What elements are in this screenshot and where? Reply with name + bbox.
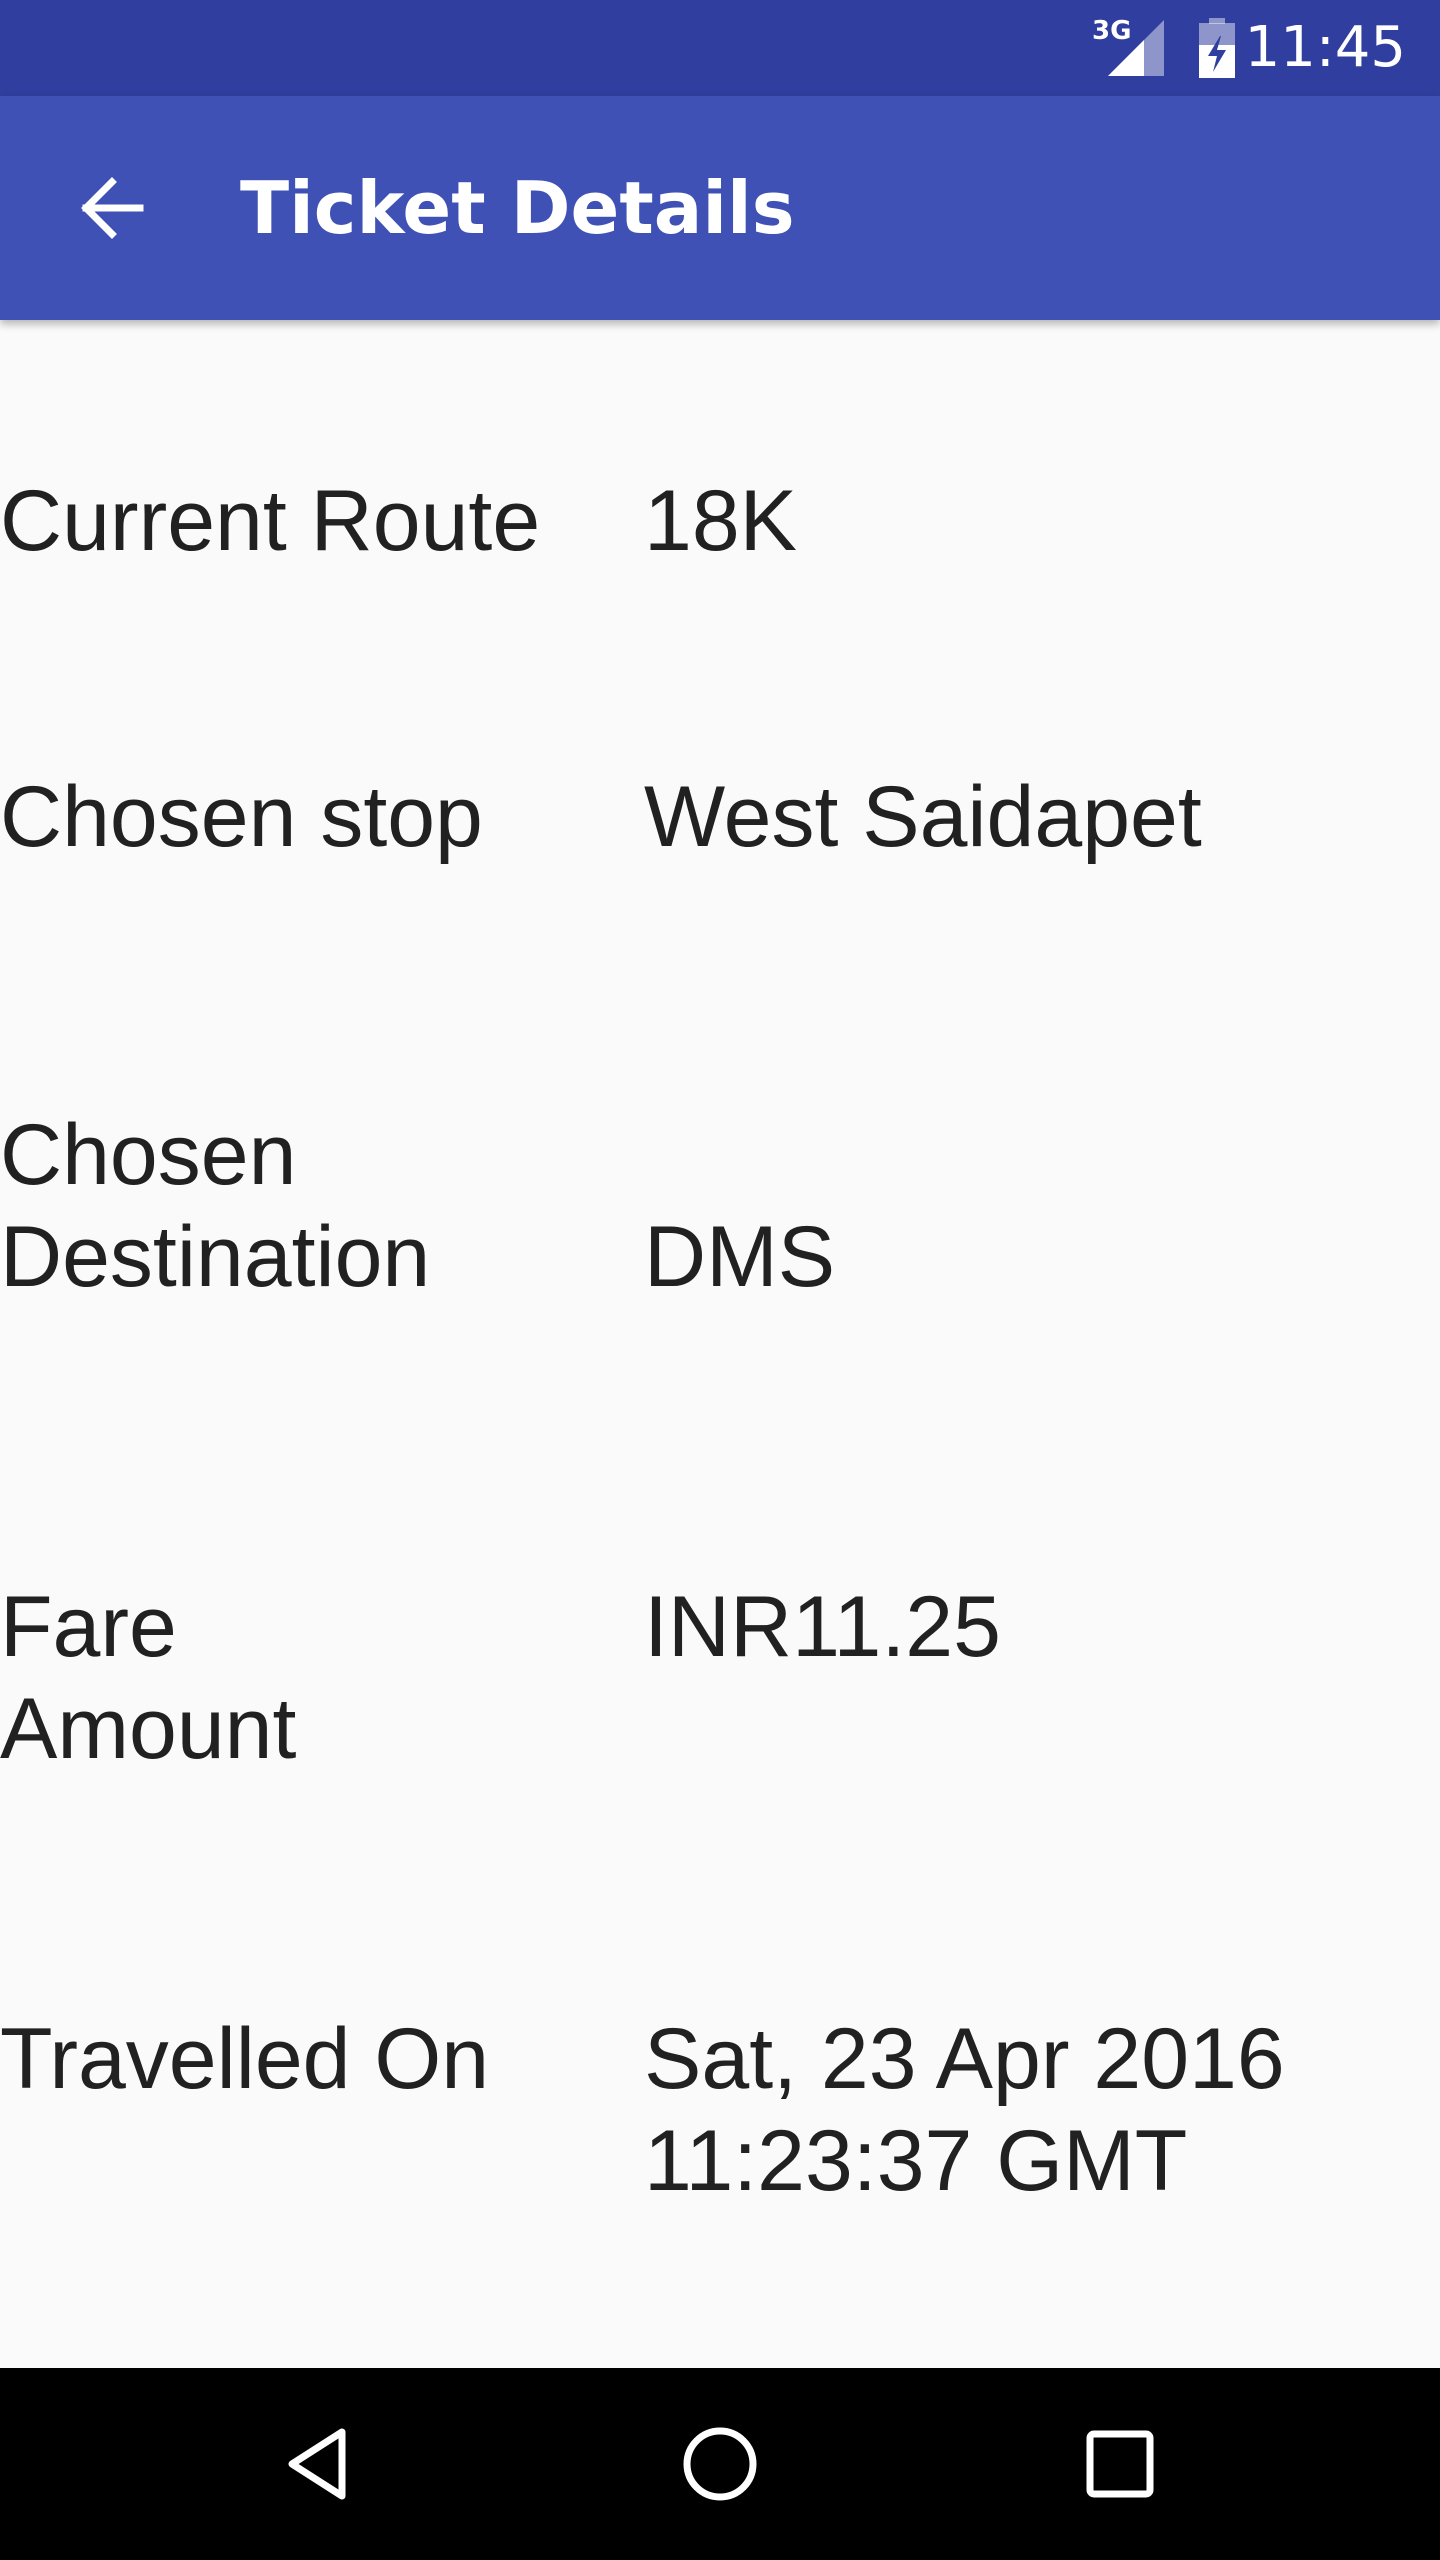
chosen-stop-value: West Saidapet: [644, 769, 1202, 865]
battery-charging-icon: [1196, 18, 1238, 78]
status-bar: 3G 11:45: [0, 0, 1440, 96]
nav-home-button[interactable]: [664, 2408, 776, 2520]
page-title: Ticket Details: [240, 166, 795, 250]
fare-amount-value: INR11.25: [644, 1579, 1001, 1675]
chosen-destination-value: DMS: [644, 1209, 836, 1305]
status-time: 11:45: [1244, 15, 1406, 80]
fare-amount-label: Fare Amount: [0, 1579, 297, 1777]
nav-home-icon: [683, 2427, 757, 2501]
back-arrow-icon: [81, 177, 144, 239]
ticket-details: Current Route 18K Chosen stop West Saida…: [0, 320, 1440, 2368]
travelled-on-value: Sat, 23 Apr 2016 11:23:37 GMT: [644, 2011, 1285, 2209]
nav-recents-button[interactable]: [1064, 2408, 1176, 2520]
chosen-destination-label: Chosen Destination: [0, 1107, 431, 1305]
nav-back-button[interactable]: [264, 2408, 376, 2520]
travelled-on-label: Travelled On: [0, 2011, 490, 2107]
current-route-value: 18K: [644, 473, 798, 569]
nav-recents-icon: [1086, 2430, 1154, 2498]
navigation-bar: [0, 2368, 1440, 2560]
app-bar: Ticket Details: [0, 96, 1440, 320]
current-route-label: Current Route: [0, 473, 541, 569]
chosen-stop-label: Chosen stop: [0, 769, 483, 865]
back-button[interactable]: [56, 152, 168, 264]
nav-back-icon: [288, 2428, 346, 2500]
signal-icon: 3G: [1092, 16, 1168, 78]
